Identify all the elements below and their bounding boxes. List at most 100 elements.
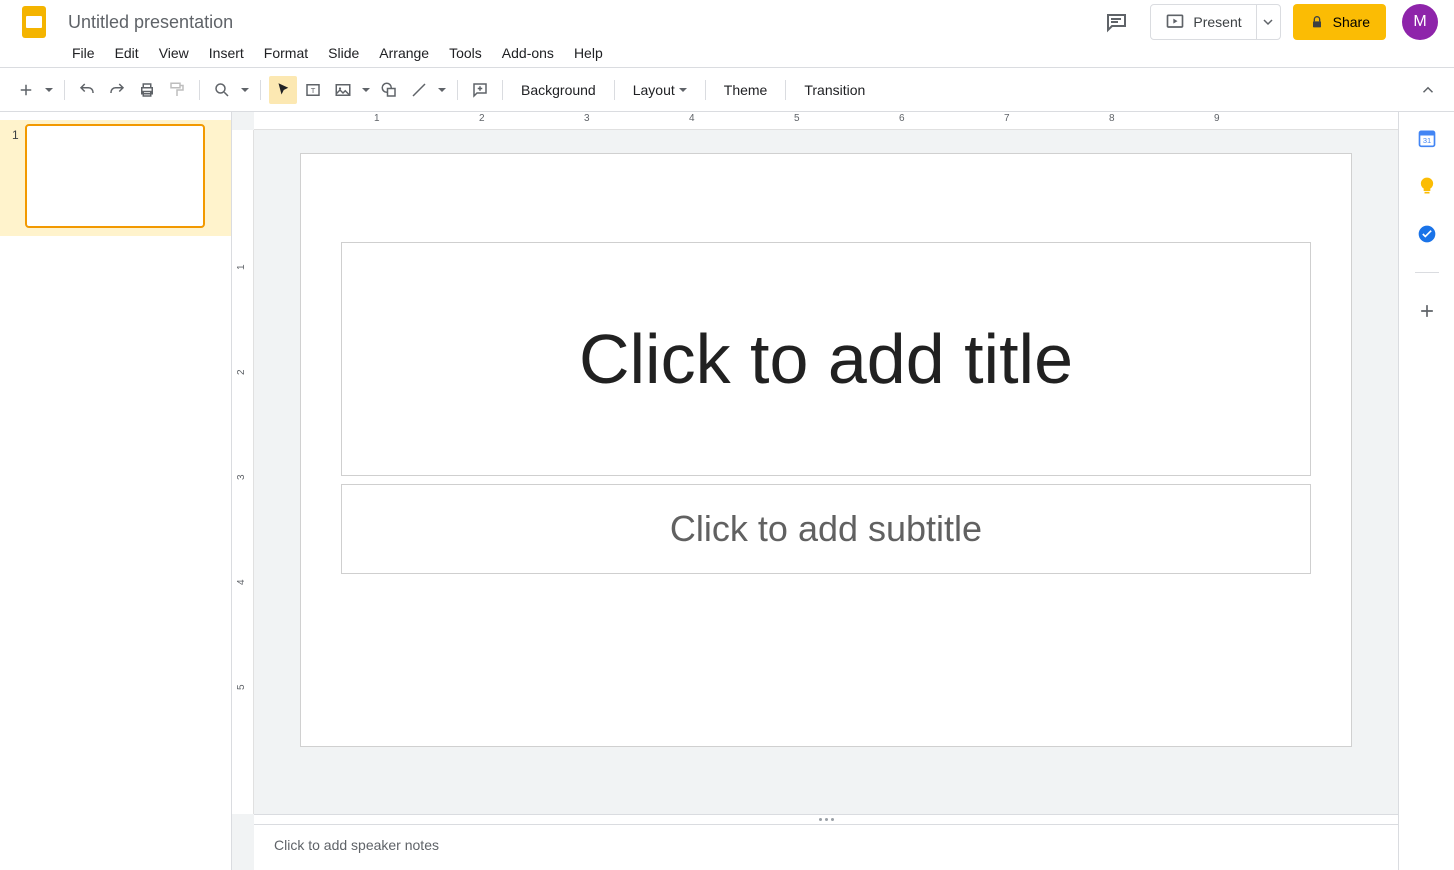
textbox-tool[interactable]: T bbox=[299, 76, 327, 104]
menu-format[interactable]: Format bbox=[264, 45, 308, 61]
hide-menus-button[interactable] bbox=[1414, 76, 1442, 104]
tasks-icon bbox=[1417, 224, 1437, 244]
slide-preview bbox=[25, 124, 205, 228]
separator bbox=[705, 80, 706, 100]
textbox-icon: T bbox=[304, 81, 322, 99]
print-icon bbox=[138, 81, 156, 99]
transition-button[interactable]: Transition bbox=[794, 76, 875, 104]
calendar-addon[interactable]: 31 bbox=[1417, 128, 1437, 148]
zoom-dropdown[interactable] bbox=[238, 88, 252, 92]
comment-tool[interactable] bbox=[466, 76, 494, 104]
line-icon bbox=[410, 81, 428, 99]
line-dropdown[interactable] bbox=[435, 88, 449, 92]
ruler-mark: 1 bbox=[374, 113, 380, 124]
separator bbox=[64, 80, 65, 100]
shape-tool[interactable] bbox=[375, 76, 403, 104]
plus-icon bbox=[17, 81, 35, 99]
keep-addon[interactable] bbox=[1417, 176, 1437, 196]
layout-button[interactable]: Layout bbox=[623, 76, 697, 104]
editor: 1 2 3 4 5 6 7 8 9 1 2 3 4 5 bbox=[232, 112, 1398, 870]
separator bbox=[260, 80, 261, 100]
menu-edit[interactable]: Edit bbox=[115, 45, 139, 61]
svg-text:T: T bbox=[311, 86, 316, 95]
paint-format-button[interactable] bbox=[163, 76, 191, 104]
ruler-mark: 4 bbox=[236, 579, 247, 585]
share-label: Share bbox=[1333, 14, 1370, 30]
comments-button[interactable] bbox=[1098, 4, 1134, 40]
separator bbox=[785, 80, 786, 100]
zoom-icon bbox=[213, 81, 231, 99]
vertical-ruler[interactable]: 1 2 3 4 5 bbox=[232, 130, 254, 814]
paint-roller-icon bbox=[168, 81, 186, 99]
keep-icon bbox=[1417, 176, 1437, 196]
side-panel: 31 bbox=[1398, 112, 1454, 870]
redo-icon bbox=[108, 81, 126, 99]
slide-canvas[interactable]: Click to add title Click to add subtitle bbox=[301, 154, 1351, 746]
present-icon bbox=[1165, 12, 1185, 32]
new-slide-dropdown[interactable] bbox=[42, 88, 56, 92]
menu-file[interactable]: File bbox=[72, 45, 95, 61]
new-slide-button[interactable] bbox=[12, 76, 40, 104]
menubar: File Edit View Insert Format Slide Arran… bbox=[0, 40, 1454, 68]
document-title[interactable]: Untitled presentation bbox=[68, 12, 233, 33]
present-button-group: Present bbox=[1150, 4, 1280, 40]
theme-button[interactable]: Theme bbox=[714, 76, 778, 104]
filmstrip[interactable]: 1 bbox=[0, 112, 232, 870]
ruler-mark: 7 bbox=[1004, 113, 1010, 124]
present-button[interactable]: Present bbox=[1151, 5, 1255, 39]
ruler-mark: 4 bbox=[689, 113, 695, 124]
canvas-area[interactable]: Click to add title Click to add subtitle bbox=[254, 130, 1398, 814]
separator bbox=[614, 80, 615, 100]
separator bbox=[199, 80, 200, 100]
separator bbox=[502, 80, 503, 100]
present-label: Present bbox=[1193, 14, 1241, 30]
slide-thumbnail[interactable]: 1 bbox=[0, 120, 231, 236]
notes-resize-handle[interactable] bbox=[254, 814, 1398, 824]
undo-button[interactable] bbox=[73, 76, 101, 104]
slides-logo-icon[interactable] bbox=[16, 4, 52, 40]
cursor-icon bbox=[274, 81, 292, 99]
zoom-button[interactable] bbox=[208, 76, 236, 104]
tasks-addon[interactable] bbox=[1417, 224, 1437, 244]
lock-icon bbox=[1309, 14, 1325, 30]
get-addons-button[interactable] bbox=[1417, 301, 1437, 321]
background-button[interactable]: Background bbox=[511, 76, 606, 104]
ruler-mark: 5 bbox=[236, 684, 247, 690]
chevron-up-icon bbox=[1419, 81, 1437, 99]
account-avatar[interactable]: M bbox=[1402, 4, 1438, 40]
speaker-notes[interactable]: Click to add speaker notes bbox=[254, 824, 1398, 870]
ruler-mark: 3 bbox=[584, 113, 590, 124]
header: Untitled presentation Present Share M bbox=[0, 0, 1454, 40]
ruler-mark: 2 bbox=[479, 113, 485, 124]
redo-button[interactable] bbox=[103, 76, 131, 104]
ruler-mark: 6 bbox=[899, 113, 905, 124]
print-button[interactable] bbox=[133, 76, 161, 104]
separator bbox=[1415, 272, 1439, 273]
menu-slide[interactable]: Slide bbox=[328, 45, 359, 61]
menu-help[interactable]: Help bbox=[574, 45, 603, 61]
image-icon bbox=[334, 81, 352, 99]
add-comment-icon bbox=[471, 81, 489, 99]
menu-insert[interactable]: Insert bbox=[209, 45, 244, 61]
select-tool[interactable] bbox=[269, 76, 297, 104]
share-button[interactable]: Share bbox=[1293, 4, 1386, 40]
comment-icon bbox=[1104, 10, 1128, 34]
menu-addons[interactable]: Add-ons bbox=[502, 45, 554, 61]
image-tool[interactable] bbox=[329, 76, 357, 104]
present-dropdown[interactable] bbox=[1256, 5, 1280, 39]
title-textbox[interactable]: Click to add title bbox=[341, 242, 1311, 476]
menu-arrange[interactable]: Arrange bbox=[379, 45, 429, 61]
line-tool[interactable] bbox=[405, 76, 433, 104]
ruler-mark: 5 bbox=[794, 113, 800, 124]
menu-view[interactable]: View bbox=[159, 45, 189, 61]
subtitle-textbox[interactable]: Click to add subtitle bbox=[341, 484, 1311, 574]
slide-number: 1 bbox=[12, 128, 19, 142]
toolbar: T Background Layout Theme Transition bbox=[0, 68, 1454, 112]
menu-tools[interactable]: Tools bbox=[449, 45, 482, 61]
caret-down-icon bbox=[1263, 17, 1273, 27]
plus-icon bbox=[1417, 301, 1437, 321]
horizontal-ruler[interactable]: 1 2 3 4 5 6 7 8 9 bbox=[254, 112, 1398, 130]
ruler-mark: 9 bbox=[1214, 113, 1220, 124]
image-dropdown[interactable] bbox=[359, 88, 373, 92]
separator bbox=[457, 80, 458, 100]
